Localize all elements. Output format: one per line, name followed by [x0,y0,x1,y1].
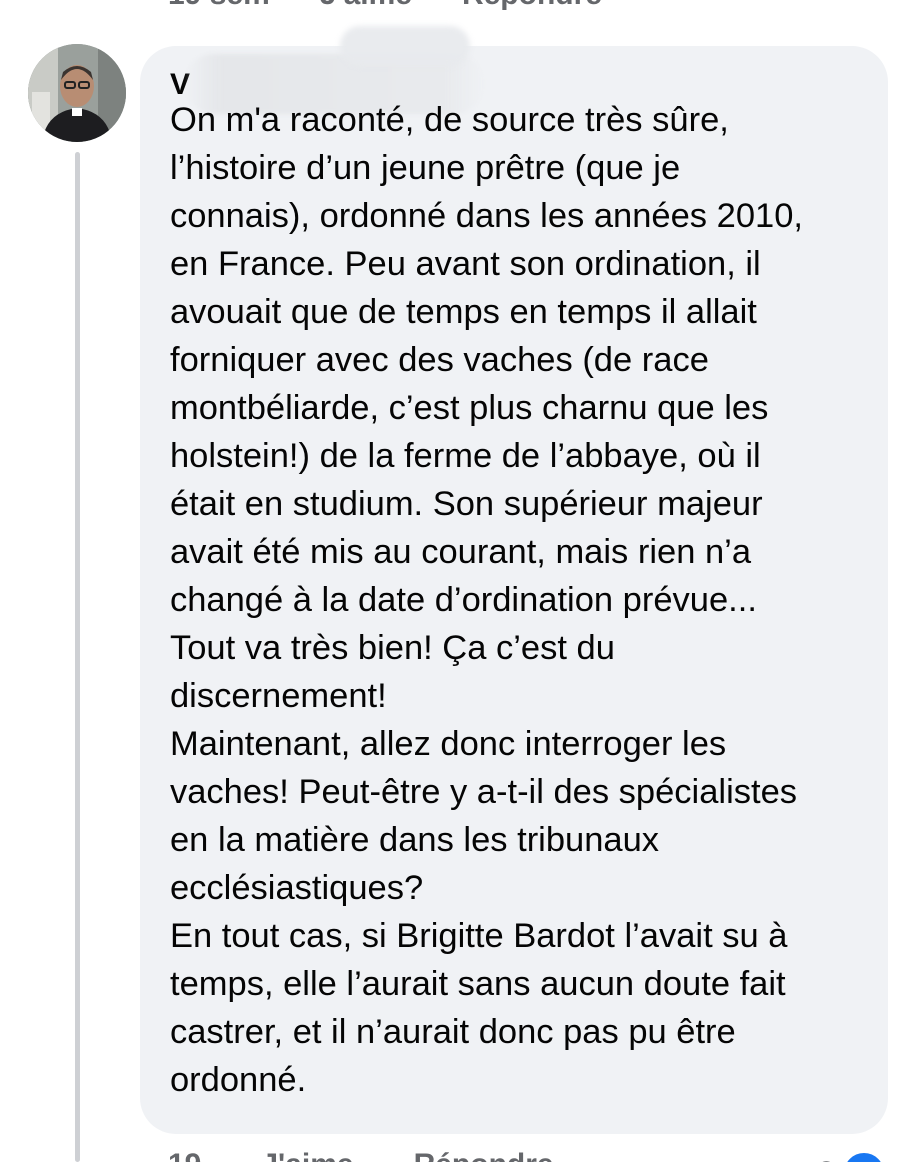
comment-bubble: V On m'a raconté, de source très sûre, l… [140,26,888,1134]
comment-thread: 19 sem J'aime Répondre V On m'a raconté,… [0,0,918,1162]
reaction-count: 8 [818,1156,835,1162]
previous-comment-time[interactable]: 19 sem [168,0,270,12]
previous-comment-like-button[interactable]: J'aime [320,0,412,12]
thread-line [75,152,80,1162]
like-icon: 👍 [840,1150,887,1162]
comment-time[interactable]: 19 [168,1148,201,1162]
like-button[interactable]: J'aime [261,1148,353,1162]
comment-text: On m'a raconté, de source très sûre, l’h… [170,101,803,1099]
avatar-photo [28,44,126,142]
reply-button[interactable]: Répondre [414,1148,554,1162]
previous-comment-reply-button[interactable]: Répondre [462,0,602,12]
avatar[interactable] [28,44,126,142]
reaction-summary[interactable]: 8 👍 [818,1150,887,1162]
comment-actions: 19 J'aime Répondre [168,1148,554,1162]
author-name-redaction-top [340,26,470,66]
previous-comment-actions: 19 sem J'aime Répondre [168,0,602,12]
